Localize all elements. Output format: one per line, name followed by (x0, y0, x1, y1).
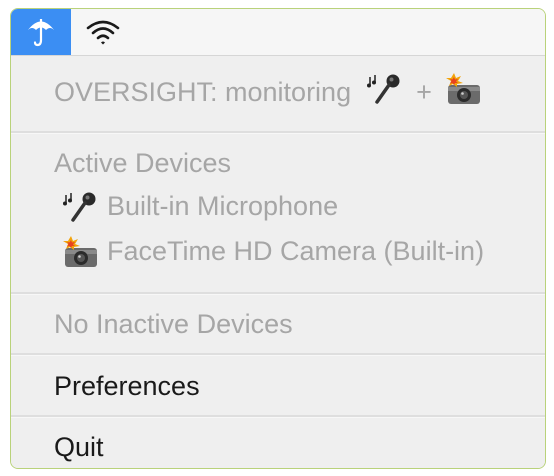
dropdown-menu: OVERSIGHT: monitoring + Active Devices B… (11, 56, 545, 468)
active-device-item: Built-in Microphone (61, 189, 338, 225)
active-devices-header: Active Devices (54, 148, 232, 178)
camera-icon (61, 235, 101, 270)
microphone-icon (366, 73, 403, 115)
active-device-item: FaceTime HD Camera (Built-in) (61, 234, 484, 270)
device-label: Built-in Microphone (107, 191, 339, 221)
microphone-icon (61, 191, 101, 225)
camera-icon (445, 73, 483, 115)
umbrella-status-item[interactable] (11, 9, 71, 55)
status-joiner: + (416, 77, 432, 108)
status-row: OVERSIGHT: monitoring + (54, 73, 483, 115)
menu-separator (11, 353, 545, 356)
menu-separator (11, 415, 545, 418)
wifi-icon (86, 20, 120, 45)
quit-menu-item[interactable]: Quit (54, 430, 104, 464)
umbrella-icon (28, 19, 54, 47)
menu-separator (11, 292, 545, 295)
menu-bar (11, 9, 545, 56)
preferences-menu-item[interactable]: Preferences (54, 369, 200, 403)
menu-separator (11, 131, 545, 134)
wifi-status-item[interactable] (77, 9, 129, 55)
oversight-menu-window: OVERSIGHT: monitoring + Active Devices B… (10, 8, 546, 469)
status-text: OVERSIGHT: monitoring (54, 77, 352, 108)
device-label: FaceTime HD Camera (Built-in) (107, 236, 485, 266)
inactive-devices-header: No Inactive Devices (54, 309, 293, 339)
